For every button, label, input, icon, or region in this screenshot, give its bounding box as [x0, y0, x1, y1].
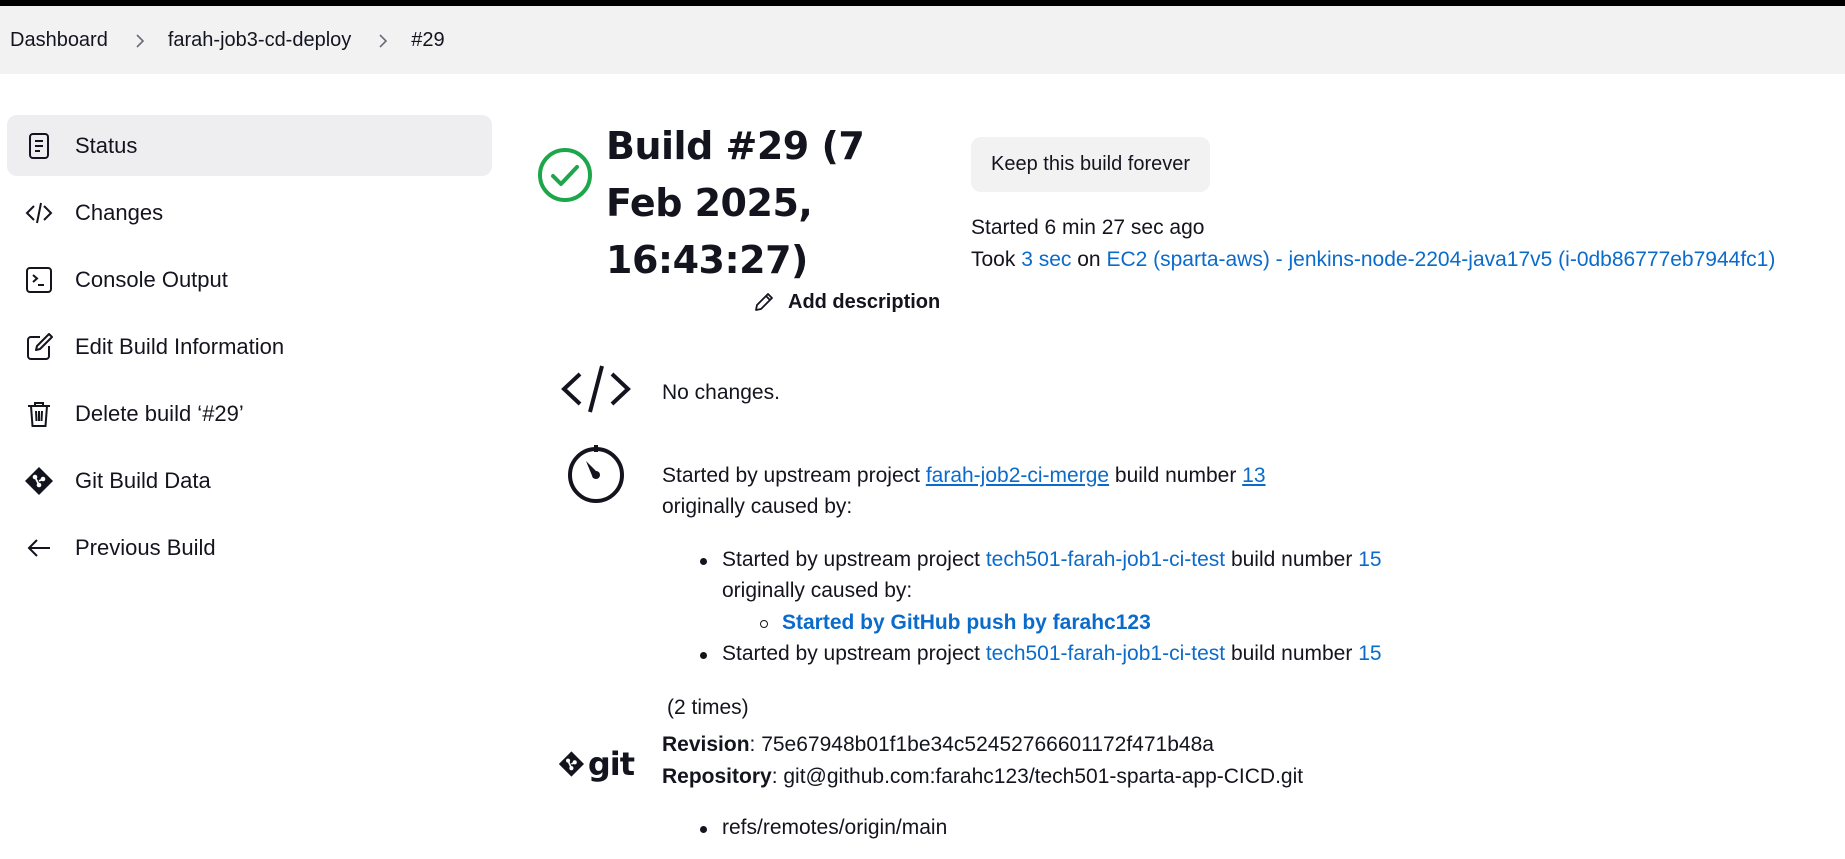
sub-cause-line: Started by upstream project tech501-fara… [722, 548, 1382, 571]
bullet [700, 652, 707, 659]
build-duration-line: Took 3 sec on EC2 (sparta-aws) - jenkins… [971, 248, 1775, 272]
sidebar-item-status[interactable]: Status [7, 115, 492, 176]
upstream-project-link[interactable]: farah-job2-ci-merge [926, 464, 1109, 487]
add-description-button[interactable]: Add description [752, 287, 940, 317]
times-text: (2 times) [667, 696, 749, 719]
page-title: Build #29 (7 Feb 2025, 16:43:27) [606, 124, 865, 282]
trash-icon [23, 398, 55, 430]
code-icon [23, 197, 55, 229]
sidebar-item-label: Changes [75, 199, 164, 225]
sidebar-item-edit-build-information[interactable]: Edit Build Information [7, 316, 492, 377]
breadcrumb-job[interactable]: farah-job3-cd-deploy [168, 29, 351, 52]
sidebar-item-git-build-data[interactable]: Git Build Data [7, 450, 492, 511]
sidebar-item-label: Git Build Data [75, 467, 211, 493]
sub-upstream-project-link[interactable]: tech501-farah-job1-ci-test [986, 548, 1225, 571]
keep-build-forever-button[interactable]: Keep this build forever [971, 137, 1211, 192]
breadcrumb: Dashboard farah-job3-cd-deploy #29 [0, 6, 1845, 74]
bullet [700, 826, 707, 833]
add-description-label: Add description [788, 290, 941, 313]
success-check-icon [538, 148, 592, 202]
sub-build-number-link[interactable]: 15 [1358, 642, 1381, 665]
git-icon [558, 751, 584, 777]
sidebar-item-console-output[interactable]: Console Output [7, 249, 492, 310]
sidebar: Status Changes Console Output Edit Build… [7, 115, 492, 584]
edit-icon [23, 331, 55, 363]
sidebar-item-changes[interactable]: Changes [7, 182, 492, 243]
sub-upstream-project-link[interactable]: tech501-farah-job1-ci-test [986, 642, 1225, 665]
sidebar-item-label: Status [75, 132, 138, 158]
git-logo-text: git [587, 745, 635, 783]
breadcrumb-dashboard[interactable]: Dashboard [10, 29, 108, 52]
caused-by-text: originally caused by: [662, 495, 853, 518]
repository-line: Repository: git@github.com:farahc123/tec… [662, 765, 1304, 788]
code-icon [560, 362, 632, 416]
took-prefix: Took [971, 248, 1016, 271]
sidebar-item-label: Edit Build Information [75, 333, 285, 359]
chevron-right-icon [134, 34, 146, 48]
arrow-left-icon [23, 532, 55, 564]
git-logo: git [558, 744, 635, 784]
bullet [700, 558, 707, 565]
sub-cause-line: Started by upstream project tech501-fara… [722, 642, 1382, 665]
sidebar-item-delete-build[interactable]: Delete build ‘#29’ [7, 383, 492, 444]
sidebar-item-previous-build[interactable]: Previous Build [7, 517, 492, 578]
sub-build-number-link[interactable]: 15 [1358, 548, 1381, 571]
circle-bullet [760, 620, 768, 628]
duration-link[interactable]: 3 sec [1021, 248, 1071, 271]
document-icon [23, 130, 55, 162]
chevron-right-icon [377, 34, 389, 48]
upstream-build-number-link[interactable]: 13 [1242, 464, 1265, 487]
terminal-icon [23, 264, 55, 296]
no-changes-text: No changes. [662, 381, 780, 404]
timer-icon [566, 443, 626, 503]
github-push-link[interactable]: Started by GitHub push by farahc123 [782, 611, 1151, 635]
build-started-text: Started 6 min 27 sec ago [971, 216, 1205, 239]
git-icon [23, 465, 55, 497]
branch-text: refs/remotes/origin/main [722, 816, 948, 839]
sidebar-item-label: Previous Build [75, 534, 216, 560]
sub-caused-by-text: originally caused by: [722, 579, 913, 602]
sidebar-item-label: Delete build ‘#29’ [75, 400, 244, 426]
agent-link[interactable]: EC2 (sparta-aws) - jenkins-node-2204-jav… [1106, 248, 1775, 271]
pencil-icon [755, 293, 773, 311]
cause-line: Started by upstream project farah-job2-c… [662, 464, 1266, 487]
took-on: on [1077, 248, 1101, 271]
breadcrumb-build[interactable]: #29 [411, 29, 444, 52]
sidebar-item-label: Console Output [75, 266, 228, 292]
revision-line: Revision: 75e67948b01f1be34c524527666011… [662, 733, 1214, 756]
